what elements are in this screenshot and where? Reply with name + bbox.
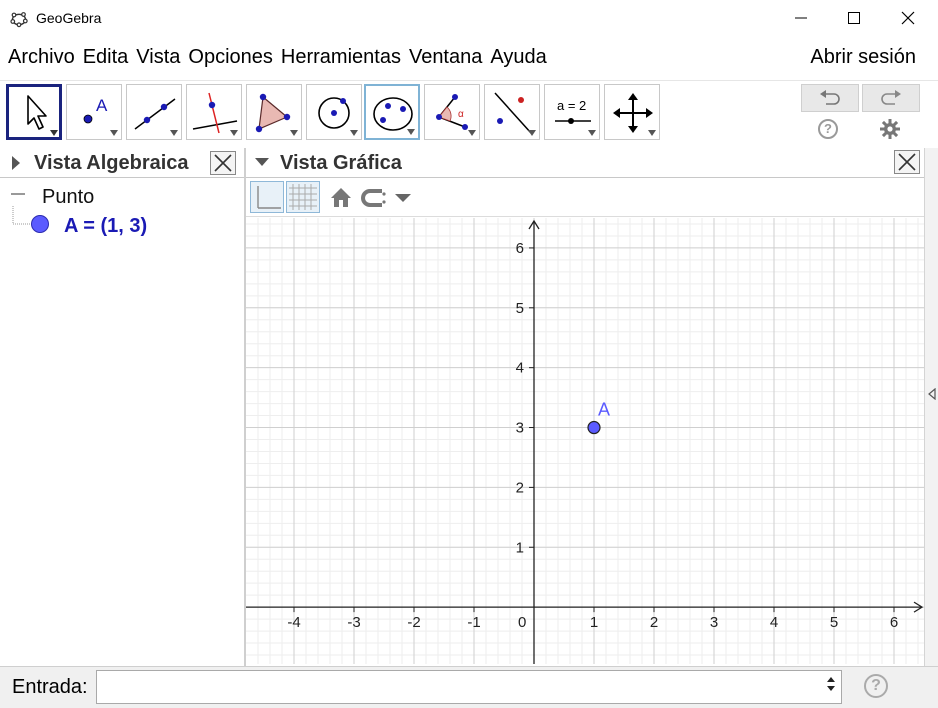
menu-opciones[interactable]: Opciones (184, 46, 277, 69)
tool-move[interactable] (6, 84, 62, 140)
point-capture-dropdown[interactable] (394, 191, 412, 205)
tool-circle-center[interactable] (306, 84, 362, 140)
x-tick-label: -4 (287, 614, 300, 631)
close-algebra-view-button[interactable] (210, 151, 236, 175)
help-icon: ? (871, 677, 881, 694)
point-tool-label: A (96, 96, 108, 115)
menu-ayuda[interactable]: Ayuda (486, 46, 550, 69)
axes-toggle-button[interactable] (250, 181, 284, 213)
tool-move-graphics[interactable] (604, 84, 660, 140)
x-tick-label: 2 (650, 614, 658, 631)
home-icon (331, 188, 351, 207)
x-tick-label: 6 (890, 614, 898, 631)
maximize-icon (848, 12, 860, 24)
tool-polygon[interactable] (246, 84, 302, 140)
input-label: Entrada: (12, 676, 88, 698)
close-icon (898, 153, 916, 171)
grid-toggle-icon (289, 184, 317, 210)
x-tick-label: -1 (467, 614, 480, 631)
point-capture-icon (361, 189, 386, 207)
slider-tool-label: a = 2 (557, 98, 586, 113)
tool-line[interactable] (126, 84, 182, 140)
algebra-view-header: Vista Algebraica (0, 148, 244, 178)
collapse-triangle-icon[interactable] (254, 156, 270, 168)
point-capture-button[interactable] (360, 185, 388, 211)
window-title: GeoGebra (36, 10, 102, 26)
y-tick-label: 1 (516, 539, 524, 556)
close-icon (901, 11, 915, 25)
menu-herramientas[interactable]: Herramientas (277, 46, 405, 69)
minimize-icon (795, 17, 807, 19)
chevron-left-icon (928, 388, 936, 400)
close-window-button[interactable] (885, 0, 931, 36)
x-tick-label: 1 (590, 614, 598, 631)
x-tick-label: 4 (770, 614, 778, 631)
tree-connector (12, 206, 30, 225)
y-tick-label: 5 (516, 300, 524, 317)
redo-icon (881, 90, 901, 105)
axes-toggle-icon (257, 186, 281, 209)
perspective-sidebar-toggle[interactable] (924, 148, 938, 666)
graphics-style-bar (246, 179, 924, 217)
x-tick-label: -2 (407, 614, 420, 631)
dropdown-icon (395, 194, 411, 202)
tool-reflect[interactable] (484, 84, 540, 140)
tool-point[interactable]: A (66, 84, 122, 140)
undo-button[interactable] (801, 84, 859, 112)
y-tick-label: 2 (516, 479, 524, 496)
help-icon: ? (824, 121, 832, 136)
spinner-arrows-icon (827, 677, 835, 691)
grid-toggle-button[interactable] (286, 181, 320, 213)
y-tick-label: 6 (516, 240, 524, 257)
close-icon (214, 154, 232, 172)
graphics-canvas[interactable]: -4 -3 -2 -1 0 1 2 3 4 5 6 1 2 3 4 5 6 A (246, 218, 924, 664)
group-label: Punto (42, 186, 95, 208)
point-label: A (598, 400, 610, 420)
x-tick-label: -3 (347, 614, 360, 631)
tool-angle[interactable]: α (424, 84, 480, 140)
x-tick-label: 5 (830, 614, 838, 631)
y-tick-label: 4 (516, 360, 524, 377)
menu-bar: Archivo Edita Vista Opciones Herramientas Ven… (0, 40, 938, 78)
menu-ventana[interactable]: Ventana (405, 46, 486, 69)
algebra-view-panel (0, 178, 244, 664)
collapse-group-button[interactable] (8, 184, 28, 204)
y-tick-label: 3 (516, 420, 524, 437)
angle-tool-label: α (458, 109, 464, 120)
point-visibility-toggle[interactable] (31, 215, 49, 233)
input-help-button[interactable]: ? (864, 674, 888, 698)
menu-edita[interactable]: Edita (79, 46, 133, 69)
minimize-button[interactable] (778, 0, 824, 36)
algebra-view-title: Vista Algebraica (34, 152, 189, 174)
expand-triangle-icon[interactable] (10, 155, 22, 171)
minus-icon (11, 193, 25, 195)
geogebra-logo-icon (10, 12, 28, 28)
gear-icon (880, 119, 900, 139)
home-view-button[interactable] (328, 185, 354, 211)
menu-vista[interactable]: Vista (132, 46, 184, 69)
close-graphics-view-button[interactable] (894, 150, 920, 174)
x-tick-label: 0 (518, 614, 526, 631)
x-tick-label: 3 (710, 614, 718, 631)
toolbar-help-button[interactable]: ? (818, 119, 838, 139)
point-definition[interactable]: A = (1, 3) (64, 215, 147, 238)
tool-circle-three-points[interactable] (364, 84, 420, 140)
undo-icon (820, 90, 840, 105)
tool-slider[interactable]: a = 2 (544, 84, 600, 140)
point-a[interactable] (587, 420, 601, 435)
title-bar: GeoGebra (0, 0, 938, 36)
graphics-view-title: Vista Gráfica (280, 152, 402, 174)
menu-archivo[interactable]: Archivo (4, 46, 79, 69)
maximize-button[interactable] (831, 0, 877, 36)
redo-button[interactable] (862, 84, 920, 112)
input-history-spinner[interactable] (826, 676, 836, 693)
settings-button[interactable] (879, 118, 901, 140)
signin-link[interactable]: Abrir sesión (810, 46, 916, 69)
tool-perpendicular[interactable] (186, 84, 242, 140)
menu-list: Archivo Edita Vista Opciones Herramientas Ven… (4, 46, 551, 69)
input-field[interactable] (96, 670, 842, 704)
